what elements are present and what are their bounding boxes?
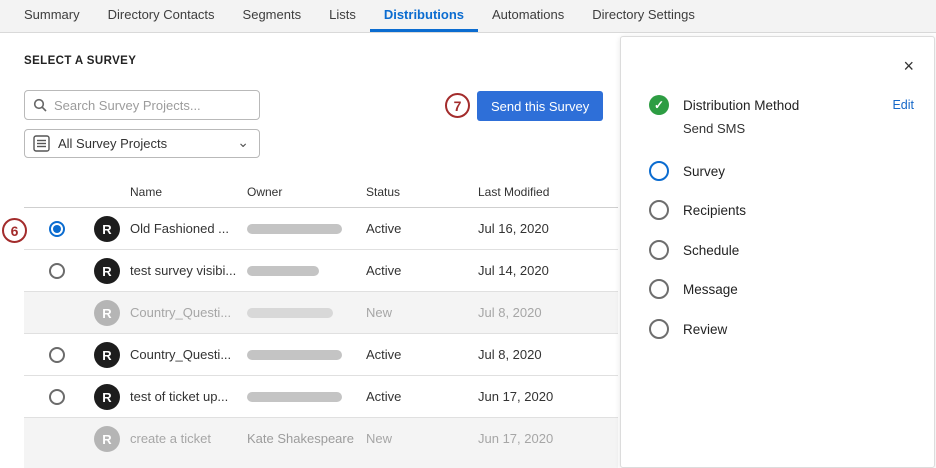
survey-owner: Kate Shakespeare xyxy=(247,418,354,460)
survey-status: New xyxy=(366,292,392,334)
survey-last-modified: Jul 14, 2020 xyxy=(478,250,549,292)
table-row[interactable]: R Country_Questi... Active Jul 8, 2020 xyxy=(24,334,618,376)
survey-table: R Old Fashioned ... Active Jul 16, 2020 … xyxy=(24,208,618,468)
step-label: Schedule xyxy=(683,243,739,258)
step-message[interactable]: Message xyxy=(649,278,914,300)
close-icon[interactable]: × xyxy=(903,57,914,75)
step-label: Recipients xyxy=(683,203,746,218)
step-label: Review xyxy=(683,322,727,337)
table-row[interactable]: R test survey visibi... Active Jul 14, 2… xyxy=(24,250,618,292)
step-pending-icon xyxy=(649,319,669,339)
column-header-last-modified: Last Modified xyxy=(478,185,549,199)
search-box xyxy=(24,90,260,120)
owner-redacted-bar xyxy=(247,392,342,402)
tab-summary[interactable]: Summary xyxy=(10,0,94,32)
avatar: R xyxy=(94,342,120,368)
annotation-step-7: 7 xyxy=(445,93,470,118)
top-nav: Summary Directory Contacts Segments List… xyxy=(0,0,936,33)
tab-directory-settings[interactable]: Directory Settings xyxy=(578,0,709,32)
column-header-owner: Owner xyxy=(247,185,282,199)
survey-name: Country_Questi... xyxy=(130,292,231,334)
survey-name: test survey visibi... xyxy=(130,250,236,292)
avatar: R xyxy=(94,300,120,326)
tab-segments[interactable]: Segments xyxy=(229,0,316,32)
tab-automations[interactable]: Automations xyxy=(478,0,578,32)
step-pending-icon xyxy=(649,279,669,299)
step-pending-icon xyxy=(649,240,669,260)
table-row: R create a ticket Kate Shakespeare New J… xyxy=(24,418,618,468)
survey-status: Active xyxy=(366,250,401,292)
avatar: R xyxy=(94,216,120,242)
owner-redacted-bar xyxy=(247,308,333,318)
survey-last-modified: Jul 16, 2020 xyxy=(478,208,549,250)
survey-radio[interactable] xyxy=(49,263,65,279)
list-icon xyxy=(33,135,50,152)
step-distribution-method: ✓ Distribution Method Edit xyxy=(649,94,914,116)
step-recipients[interactable]: Recipients xyxy=(649,199,914,221)
avatar: R xyxy=(94,384,120,410)
survey-name: test of ticket up... xyxy=(130,376,228,418)
project-filter-dropdown[interactable]: All Survey Projects ⌄ xyxy=(24,129,260,158)
edit-link[interactable]: Edit xyxy=(892,98,914,112)
step-sublabel-send-sms: Send SMS xyxy=(683,121,745,136)
owner-redacted-bar xyxy=(247,266,319,276)
step-schedule[interactable]: Schedule xyxy=(649,239,914,261)
avatar: R xyxy=(94,426,120,452)
survey-status: Active xyxy=(366,376,401,418)
survey-last-modified: Jun 17, 2020 xyxy=(478,376,553,418)
step-review[interactable]: Review xyxy=(649,318,914,340)
survey-table-header: Name Owner Status Last Modified xyxy=(24,178,618,208)
step-label: Distribution Method xyxy=(683,98,799,113)
search-input[interactable] xyxy=(54,98,251,113)
step-current-icon xyxy=(649,161,669,181)
survey-status: New xyxy=(366,418,392,460)
step-pending-icon xyxy=(649,200,669,220)
avatar: R xyxy=(94,258,120,284)
table-row[interactable]: R test of ticket up... Active Jun 17, 20… xyxy=(24,376,618,418)
tab-directory-contacts[interactable]: Directory Contacts xyxy=(94,0,229,32)
survey-radio[interactable] xyxy=(49,389,65,405)
distribution-page: Summary Directory Contacts Segments List… xyxy=(0,0,936,468)
step-survey[interactable]: Survey xyxy=(649,160,914,182)
search-icon xyxy=(33,98,47,112)
step-label: Survey xyxy=(683,164,725,179)
annotation-step-6: 6 xyxy=(2,218,27,243)
survey-name: Old Fashioned ... xyxy=(130,208,229,250)
survey-last-modified: Jun 17, 2020 xyxy=(478,418,553,460)
chevron-down-icon: ⌄ xyxy=(237,135,249,149)
survey-last-modified: Jul 8, 2020 xyxy=(478,292,542,334)
table-row: R Country_Questi... New Jul 8, 2020 xyxy=(24,292,618,334)
survey-status: Active xyxy=(366,208,401,250)
tab-distributions[interactable]: Distributions xyxy=(370,0,478,32)
project-filter-value: All Survey Projects xyxy=(58,136,229,151)
survey-radio[interactable] xyxy=(49,347,65,363)
survey-name: create a ticket xyxy=(130,418,211,460)
distribution-steps-panel: × ✓ Distribution Method Edit Send SMS Su… xyxy=(620,36,935,468)
owner-redacted-bar xyxy=(247,224,342,234)
page-title: SELECT A SURVEY xyxy=(24,55,136,67)
column-header-status: Status xyxy=(366,185,400,199)
survey-last-modified: Jul 8, 2020 xyxy=(478,334,542,376)
survey-status: Active xyxy=(366,334,401,376)
table-row[interactable]: R Old Fashioned ... Active Jul 16, 2020 xyxy=(24,208,618,250)
survey-radio-selected[interactable] xyxy=(49,221,65,237)
column-header-name: Name xyxy=(130,185,162,199)
send-this-survey-button[interactable]: Send this Survey xyxy=(477,91,603,121)
owner-redacted-bar xyxy=(247,350,342,360)
tab-lists[interactable]: Lists xyxy=(315,0,370,32)
step-label: Message xyxy=(683,282,738,297)
check-icon: ✓ xyxy=(649,95,669,115)
survey-name: Country_Questi... xyxy=(130,334,231,376)
